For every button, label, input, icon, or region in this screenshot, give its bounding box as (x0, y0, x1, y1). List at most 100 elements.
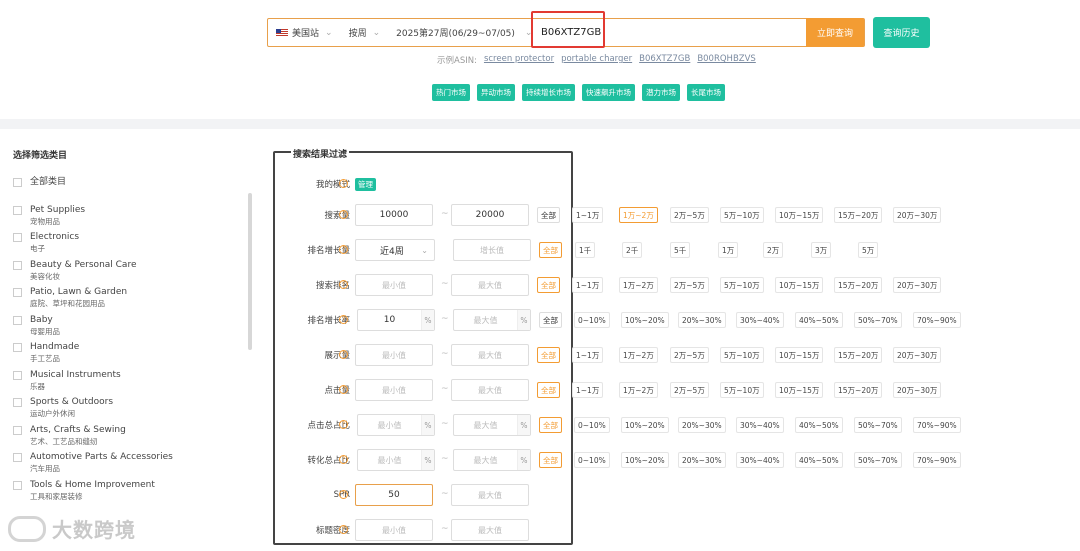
all-button[interactable]: 全部 (537, 347, 560, 363)
min-input[interactable]: 最小值 % (357, 414, 435, 436)
range-option[interactable]: 2万~5万 (670, 382, 709, 398)
all-button[interactable]: 全部 (539, 312, 562, 328)
range-option[interactable]: 10%~20% (621, 417, 669, 433)
example-link[interactable]: B00RQHBZVS (697, 54, 756, 66)
search-submit-button[interactable]: 立即查询 (806, 18, 864, 47)
market-tag-growing[interactable]: 持续增长市场 (522, 84, 575, 101)
range-option[interactable]: 10%~20% (621, 312, 669, 328)
range-option[interactable]: 10万~15万 (775, 207, 824, 223)
help-icon[interactable]: ? (339, 420, 348, 429)
min-input[interactable]: 最小值 (355, 344, 433, 366)
range-option[interactable]: 10%~20% (621, 452, 669, 468)
market-tag-longtail[interactable]: 长尾市场 (687, 84, 725, 101)
help-icon[interactable]: ? (339, 179, 348, 188)
range-option[interactable]: 40%~50% (795, 312, 843, 328)
example-link[interactable]: portable charger (561, 54, 632, 66)
help-icon[interactable]: ? (339, 525, 348, 534)
all-button[interactable]: 全部 (539, 417, 562, 433)
range-option[interactable]: 2万 (763, 242, 784, 258)
range-option[interactable]: 70%~90% (913, 312, 961, 328)
range-option[interactable]: 20%~30% (678, 417, 726, 433)
range-option[interactable]: 2万~5万 (670, 207, 709, 223)
max-input[interactable]: 最大值 (451, 484, 529, 506)
min-input[interactable]: 最小值 % (357, 449, 435, 471)
range-option[interactable]: 20%~30% (678, 312, 726, 328)
help-icon[interactable]: ? (339, 210, 348, 219)
range-option[interactable]: 70%~90% (913, 417, 961, 433)
max-input[interactable]: 最大值 (451, 379, 529, 401)
all-button[interactable]: 全部 (539, 452, 562, 468)
range-option[interactable]: 30%~40% (736, 312, 784, 328)
marketplace-select[interactable]: 美国站 ⌄ (268, 19, 341, 46)
range-option[interactable]: 1万~2万 (619, 382, 658, 398)
range-option[interactable]: 1万~2万 (619, 347, 658, 363)
range-option[interactable]: 0~10% (574, 312, 610, 328)
range-option[interactable]: 5万~10万 (720, 277, 764, 293)
range-option[interactable]: 50%~70% (854, 417, 902, 433)
range-option[interactable]: 20%~30% (678, 452, 726, 468)
market-tag-surging[interactable]: 快速飙升市场 (582, 84, 635, 101)
range-option[interactable]: 20万~30万 (893, 347, 942, 363)
range-option[interactable]: 15万~20万 (834, 382, 883, 398)
range-option[interactable]: 30%~40% (736, 417, 784, 433)
market-tag-hot[interactable]: 热门市场 (432, 84, 470, 101)
max-input[interactable]: 20000 (451, 204, 529, 226)
min-input[interactable]: 最小值 (355, 379, 433, 401)
max-input[interactable]: 最大值 (451, 274, 529, 296)
help-icon[interactable]: ? (339, 315, 348, 324)
range-option[interactable]: 1~1万 (572, 382, 604, 398)
all-button[interactable]: 全部 (537, 382, 560, 398)
range-option[interactable]: 1~1万 (572, 207, 604, 223)
min-input[interactable]: 最小值 (355, 274, 433, 296)
market-tag-potential[interactable]: 潜力市场 (642, 84, 680, 101)
help-icon[interactable]: ? (339, 280, 348, 289)
range-option[interactable]: 15万~20万 (834, 207, 883, 223)
min-input[interactable]: 最小值 (355, 519, 433, 541)
range-option[interactable]: 40%~50% (795, 417, 843, 433)
max-input[interactable]: 最大值 (451, 344, 529, 366)
range-option[interactable]: 20万~30万 (893, 382, 942, 398)
min-input[interactable]: 50 (355, 484, 433, 506)
market-tag-unusual[interactable]: 异动市场 (477, 84, 515, 101)
max-input[interactable]: 最大值 % (453, 449, 531, 471)
range-option[interactable]: 2万~5万 (670, 277, 709, 293)
range-option[interactable]: 0~10% (574, 452, 610, 468)
all-button[interactable]: 全部 (537, 277, 560, 293)
range-option[interactable]: 5万~10万 (720, 382, 764, 398)
range-option[interactable]: 5千 (670, 242, 691, 258)
range-option[interactable]: 50%~70% (854, 312, 902, 328)
range-option[interactable]: 1~1万 (572, 347, 604, 363)
range-option[interactable]: 15万~20万 (834, 347, 883, 363)
range-option[interactable]: 5万~10万 (720, 207, 764, 223)
range-option[interactable]: 2千 (622, 242, 643, 258)
query-history-button[interactable]: 查询历史 (873, 17, 930, 48)
help-icon[interactable]: ? (339, 350, 348, 359)
help-icon[interactable]: ? (339, 490, 348, 499)
all-button[interactable]: 全部 (539, 242, 562, 258)
range-option[interactable]: 3万 (811, 242, 832, 258)
range-option[interactable]: 30%~40% (736, 452, 784, 468)
min-input[interactable]: 10 % (357, 309, 435, 331)
range-option[interactable]: 5万~10万 (720, 347, 764, 363)
growth-input[interactable]: 增长值 (453, 239, 531, 261)
range-option[interactable]: 20万~30万 (893, 277, 942, 293)
range-option[interactable]: 10万~15万 (775, 277, 824, 293)
range-option[interactable]: 2万~5万 (670, 347, 709, 363)
all-button[interactable]: 全部 (537, 207, 560, 223)
checkbox[interactable] (13, 260, 22, 270)
range-option[interactable]: 1~1万 (572, 277, 604, 293)
range-option[interactable]: 1万 (718, 242, 739, 258)
period-select[interactable]: 近4周 ⌄ (355, 239, 435, 261)
range-option[interactable]: 1万~2万 (619, 207, 658, 223)
week-select[interactable]: 2025第27周(06/29~07/05) ⌄ (388, 19, 540, 46)
range-option[interactable]: 5万 (858, 242, 879, 258)
range-option[interactable]: 50%~70% (854, 452, 902, 468)
range-option[interactable]: 10万~15万 (775, 347, 824, 363)
range-option[interactable]: 15万~20万 (834, 277, 883, 293)
max-input[interactable]: 最大值 % (453, 414, 531, 436)
example-link[interactable]: screen protector (484, 54, 554, 66)
range-option[interactable]: 20万~30万 (893, 207, 942, 223)
help-icon[interactable]: ? (339, 245, 348, 254)
period-type-select[interactable]: 按周 ⌄ (341, 19, 389, 46)
max-input[interactable]: 最大值 (451, 519, 529, 541)
